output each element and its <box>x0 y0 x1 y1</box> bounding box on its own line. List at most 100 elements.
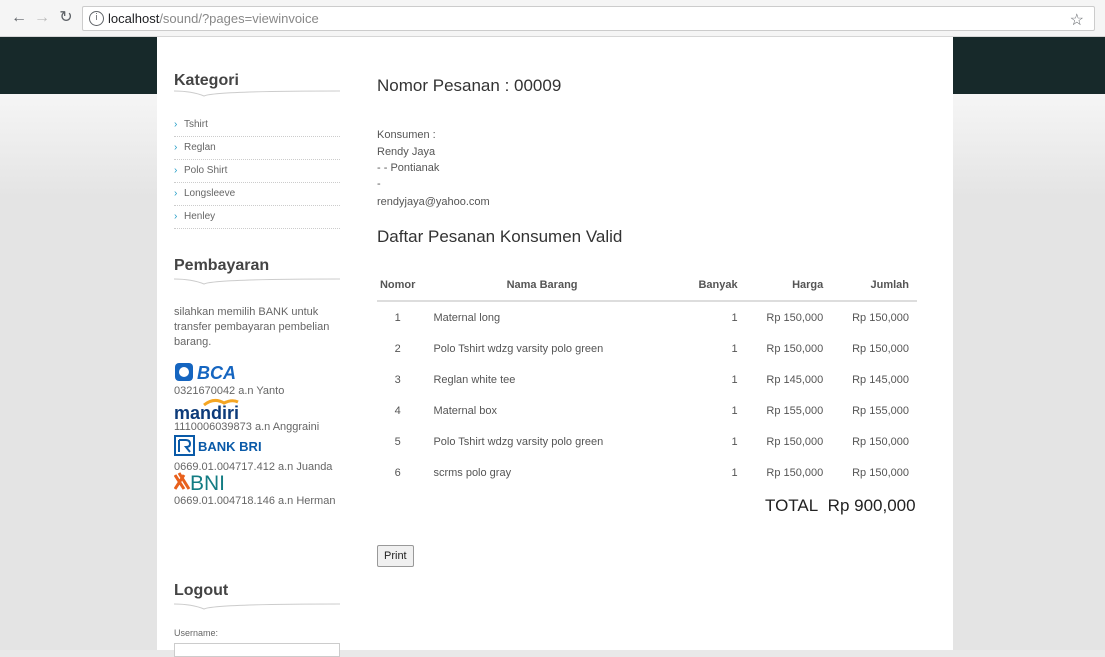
info-icon[interactable]: i <box>89 11 104 26</box>
category-item[interactable]: › Tshirt <box>174 114 340 137</box>
row-number: 4 <box>394 404 401 417</box>
category-label: Tshirt <box>184 119 208 130</box>
customer-email: rendyjaya@yahoo.com <box>377 196 490 208</box>
category-item[interactable]: › Henley <box>174 206 340 229</box>
chevron-right-icon: › <box>174 165 178 176</box>
valid-orders-title: Daftar Pesanan Konsumen Valid <box>377 227 623 246</box>
item-quantity: 1 <box>731 404 738 417</box>
column-header: Harga <box>737 269 824 302</box>
category-item[interactable]: › Polo Shirt <box>174 160 340 183</box>
url-path: /sound/?pages=viewinvoice <box>159 11 319 26</box>
item-quantity: 1 <box>731 342 738 355</box>
total-label: TOTAL <box>765 496 819 515</box>
column-header: Nomor <box>377 269 419 302</box>
category-label: Reglan <box>184 142 216 153</box>
item-price: Rp 150,000 <box>766 342 824 355</box>
logout-title: Logout <box>174 582 229 599</box>
item-subtotal: Rp 150,000 <box>852 435 909 448</box>
column-header: Banyak <box>665 269 738 302</box>
address-bar[interactable]: i localhost/sound/?pages=viewinvoice ☆ <box>82 6 1095 31</box>
payment-instructions: silahkan memilih BANK untuk transfer pem… <box>174 306 330 348</box>
username-label: Username: <box>174 628 219 638</box>
bca-logo-text: BCA <box>197 363 236 383</box>
table-row: 6 scrms polo gray 1 Rp 150,000 Rp 150,000 <box>377 457 917 488</box>
forward-icon[interactable]: → <box>33 9 51 27</box>
item-subtotal: Rp 150,000 <box>852 342 909 355</box>
order-table-body: 1 Maternal long 1 Rp 150,000 Rp 150,000 2 Polo… <box>377 301 917 488</box>
item-quantity: 1 <box>731 435 738 448</box>
username-input[interactable] <box>174 643 340 657</box>
category-item[interactable]: › Reglan <box>174 137 340 160</box>
item-price: Rp 150,000 <box>766 435 824 448</box>
bank-account: 0669.01.004718.146 a.n Herman <box>174 495 336 507</box>
item-subtotal: Rp 150,000 <box>852 311 909 324</box>
item-price: Rp 155,000 <box>766 404 824 417</box>
browser-toolbar: ← → ↻ i localhost/sound/?pages=viewinvoi… <box>0 0 1105 37</box>
reload-icon[interactable]: ↻ <box>57 9 75 27</box>
item-quantity: 1 <box>731 466 738 479</box>
bri-logo: BANK BRI <box>174 435 264 462</box>
mandiri-logo-mark: mandiri <box>174 398 239 423</box>
title-swoosh <box>174 603 340 610</box>
order-table: Nomor Nama Barang Banyak Harga Jumlah 1 M… <box>377 269 917 488</box>
pembayaran-title: Pembayaran <box>174 257 270 274</box>
item-price: Rp 150,000 <box>766 466 824 479</box>
item-name: Maternal long <box>433 311 501 324</box>
category-label: Polo Shirt <box>184 165 228 176</box>
item-name: Reglan white tee <box>433 373 516 386</box>
print-button[interactable]: Print <box>377 545 414 567</box>
table-row: 2 Polo Tshirt wdzg varsity polo green 1 Rp … <box>377 333 917 364</box>
item-price: Rp 145,000 <box>766 373 824 386</box>
customer-extra: - <box>377 178 381 190</box>
customer-label: Konsumen : <box>377 129 436 141</box>
chevron-right-icon: › <box>174 211 178 222</box>
table-row: 5 Polo Tshirt wdzg varsity polo green 1 Rp … <box>377 426 917 457</box>
table-row: 1 Maternal long 1 Rp 150,000 Rp 150,000 <box>377 301 917 333</box>
item-subtotal: Rp 145,000 <box>852 373 909 386</box>
column-header: Nama Barang <box>418 269 666 302</box>
row-number: 1 <box>394 311 401 324</box>
chevron-right-icon: › <box>174 119 178 130</box>
column-header: Jumlah <box>823 269 917 302</box>
bni-logo-text: BNI <box>190 472 225 493</box>
table-header-row: Nomor Nama Barang Banyak Harga Jumlah <box>377 269 917 302</box>
back-icon[interactable]: ← <box>10 9 28 27</box>
order-number-title: Nomor Pesanan : 00009 <box>377 76 562 95</box>
bri-logo-text: BANK BRI <box>198 439 262 454</box>
bni-logo-mark: BNI <box>173 472 225 495</box>
item-name: Polo Tshirt wdzg varsity polo green <box>433 435 604 448</box>
table-row: 3 Reglan white tee 1 Rp 145,000 Rp 145,000 <box>377 364 917 395</box>
category-item[interactable]: › Longsleeve <box>174 183 340 206</box>
row-number: 5 <box>394 435 401 448</box>
item-name: Polo Tshirt wdzg varsity polo green <box>433 342 604 355</box>
row-number: 3 <box>394 373 401 386</box>
bca-logo: BCA <box>174 361 244 388</box>
bca-logo-mark: BCA <box>175 363 236 383</box>
item-price: Rp 150,000 <box>766 311 824 324</box>
category-label: Longsleeve <box>184 188 236 199</box>
row-number: 6 <box>394 466 401 479</box>
item-subtotal: Rp 150,000 <box>852 466 909 479</box>
item-quantity: 1 <box>731 311 738 324</box>
grand-total: TOTAL Rp 900,000 <box>765 496 916 516</box>
item-name: scrms polo gray <box>433 466 512 479</box>
category-list: › Tshirt › Reglan › Polo Shirt › Longsleeve … <box>174 114 340 229</box>
customer-name: Rendy Jaya <box>377 146 436 158</box>
bank-account: 0321670042 a.n Yanto <box>174 385 285 397</box>
url-host: localhost <box>108 11 160 26</box>
item-name: Maternal box <box>433 404 498 417</box>
item-quantity: 1 <box>731 373 738 386</box>
table-row: 4 Maternal box 1 Rp 155,000 Rp 155,000 <box>377 395 917 426</box>
customer-address: - - Pontianak <box>377 162 440 174</box>
bank-account: 1110006039873 a.n Anggraini <box>174 421 320 433</box>
bri-logo-mark: BANK BRI <box>174 435 262 456</box>
chevron-right-icon: › <box>174 142 178 153</box>
title-swoosh <box>174 90 340 97</box>
item-subtotal: Rp 155,000 <box>852 404 909 417</box>
bni-logo: BNI <box>173 471 234 498</box>
mandiri-logo-text: mandiri <box>174 403 239 421</box>
bookmark-star-icon[interactable]: ☆ <box>1070 10 1084 30</box>
category-label: Henley <box>184 211 216 222</box>
content-area: Kategori › Tshirt › Reglan › Polo Shirt › Lo… <box>157 37 953 657</box>
total-value: Rp 900,000 <box>827 496 916 515</box>
